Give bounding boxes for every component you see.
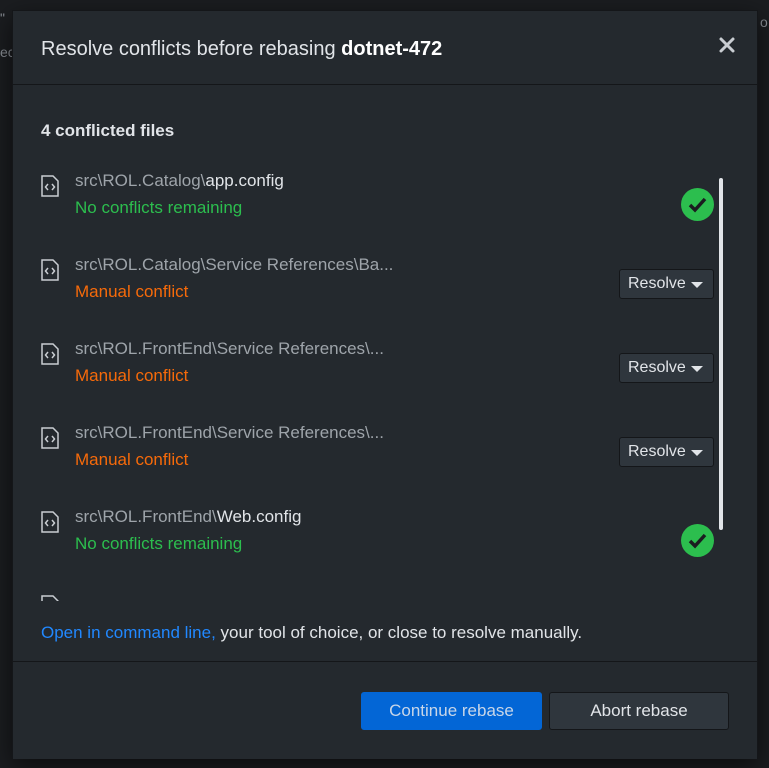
file-path: src\ROL.FrontEnd\Web.config: [75, 507, 301, 527]
list-item-partial: [13, 591, 723, 601]
check-circle-icon: [681, 524, 714, 557]
file-status: No conflicts remaining: [75, 198, 243, 217]
file-code-icon: [41, 511, 59, 533]
file-dir: src\ROL.FrontEnd\: [75, 507, 217, 526]
list-item: src\ROL.Catalog\Service References\Ba...…: [13, 255, 723, 339]
file-status: Manual conflict: [75, 282, 189, 301]
file-dir: src\ROL.FrontEnd\Service References\...: [75, 423, 384, 442]
file-dir: src\ROL.Catalog\Service References\Ba...: [75, 255, 394, 274]
caret-down-icon: [691, 366, 703, 372]
continue-rebase-button[interactable]: Continue rebase: [361, 692, 542, 730]
abort-rebase-button[interactable]: Abort rebase: [549, 692, 729, 730]
resolve-dropdown-button[interactable]: Resolve: [619, 269, 714, 299]
background-text: ": [0, 10, 5, 26]
file-name: app.config: [205, 171, 284, 190]
file-dir: src\ROL.Catalog\: [75, 171, 206, 190]
background-text: o: [760, 14, 768, 30]
dialog-header: Resolve conflicts before rebasing dotnet…: [13, 11, 757, 85]
file-code-icon: [41, 595, 59, 601]
file-name: Web.config: [216, 507, 302, 526]
resolve-dropdown-button[interactable]: Resolve: [619, 353, 714, 383]
file-path: src\ROL.Catalog\app.config: [75, 171, 284, 191]
conflict-file-list: src\ROL.Catalog\app.config No conflicts …: [13, 171, 723, 601]
caret-down-icon: [691, 282, 703, 288]
check-circle-icon: [681, 188, 714, 221]
caret-down-icon: [691, 450, 703, 456]
file-code-icon: [41, 343, 59, 365]
file-path: src\ROL.Catalog\Service References\Ba...: [75, 255, 393, 275]
dialog-footer: Continue rebase Abort rebase: [13, 661, 757, 759]
resolve-conflicts-dialog: Resolve conflicts before rebasing dotnet…: [12, 10, 758, 759]
list-item: src\ROL.Catalog\app.config No conflicts …: [13, 171, 723, 255]
file-path: src\ROL.FrontEnd\Service References\...: [75, 339, 384, 359]
file-status: No conflicts remaining: [75, 534, 243, 553]
file-path: src\ROL.FrontEnd\Service References\...: [75, 423, 384, 443]
conflict-count: 4 conflicted files: [41, 121, 175, 140]
resolve-hint: Open in command line, your tool of choic…: [41, 623, 582, 643]
resolve-label: Resolve: [628, 275, 686, 292]
file-code-icon: [41, 427, 59, 449]
list-item: src\ROL.FrontEnd\Web.config No conflicts…: [13, 507, 723, 591]
resolve-label: Resolve: [628, 359, 686, 376]
list-scrollbar[interactable]: [719, 178, 723, 530]
dialog-title: Resolve conflicts before rebasing dotnet…: [41, 38, 442, 61]
dialog-content: 4 conflicted files src\ROL.Catalog\app.c…: [13, 86, 757, 661]
resolve-hint-text: your tool of choice, or close to resolve…: [215, 623, 583, 642]
list-item: src\ROL.FrontEnd\Service References\... …: [13, 423, 723, 507]
file-dir: src\ROL.FrontEnd\Service References\...: [75, 339, 384, 358]
close-icon[interactable]: [715, 33, 739, 57]
resolve-label: Resolve: [628, 443, 686, 460]
resolve-dropdown-button[interactable]: Resolve: [619, 437, 714, 467]
file-code-icon: [41, 259, 59, 281]
file-status: Manual conflict: [75, 450, 189, 469]
dialog-title-prefix: Resolve conflicts before rebasing: [41, 38, 342, 60]
open-command-line-link[interactable]: Open in command line,: [41, 623, 216, 642]
file-status: Manual conflict: [75, 366, 189, 385]
file-code-icon: [41, 175, 59, 197]
branch-name: dotnet-472: [341, 38, 443, 60]
list-item: src\ROL.FrontEnd\Service References\... …: [13, 339, 723, 423]
